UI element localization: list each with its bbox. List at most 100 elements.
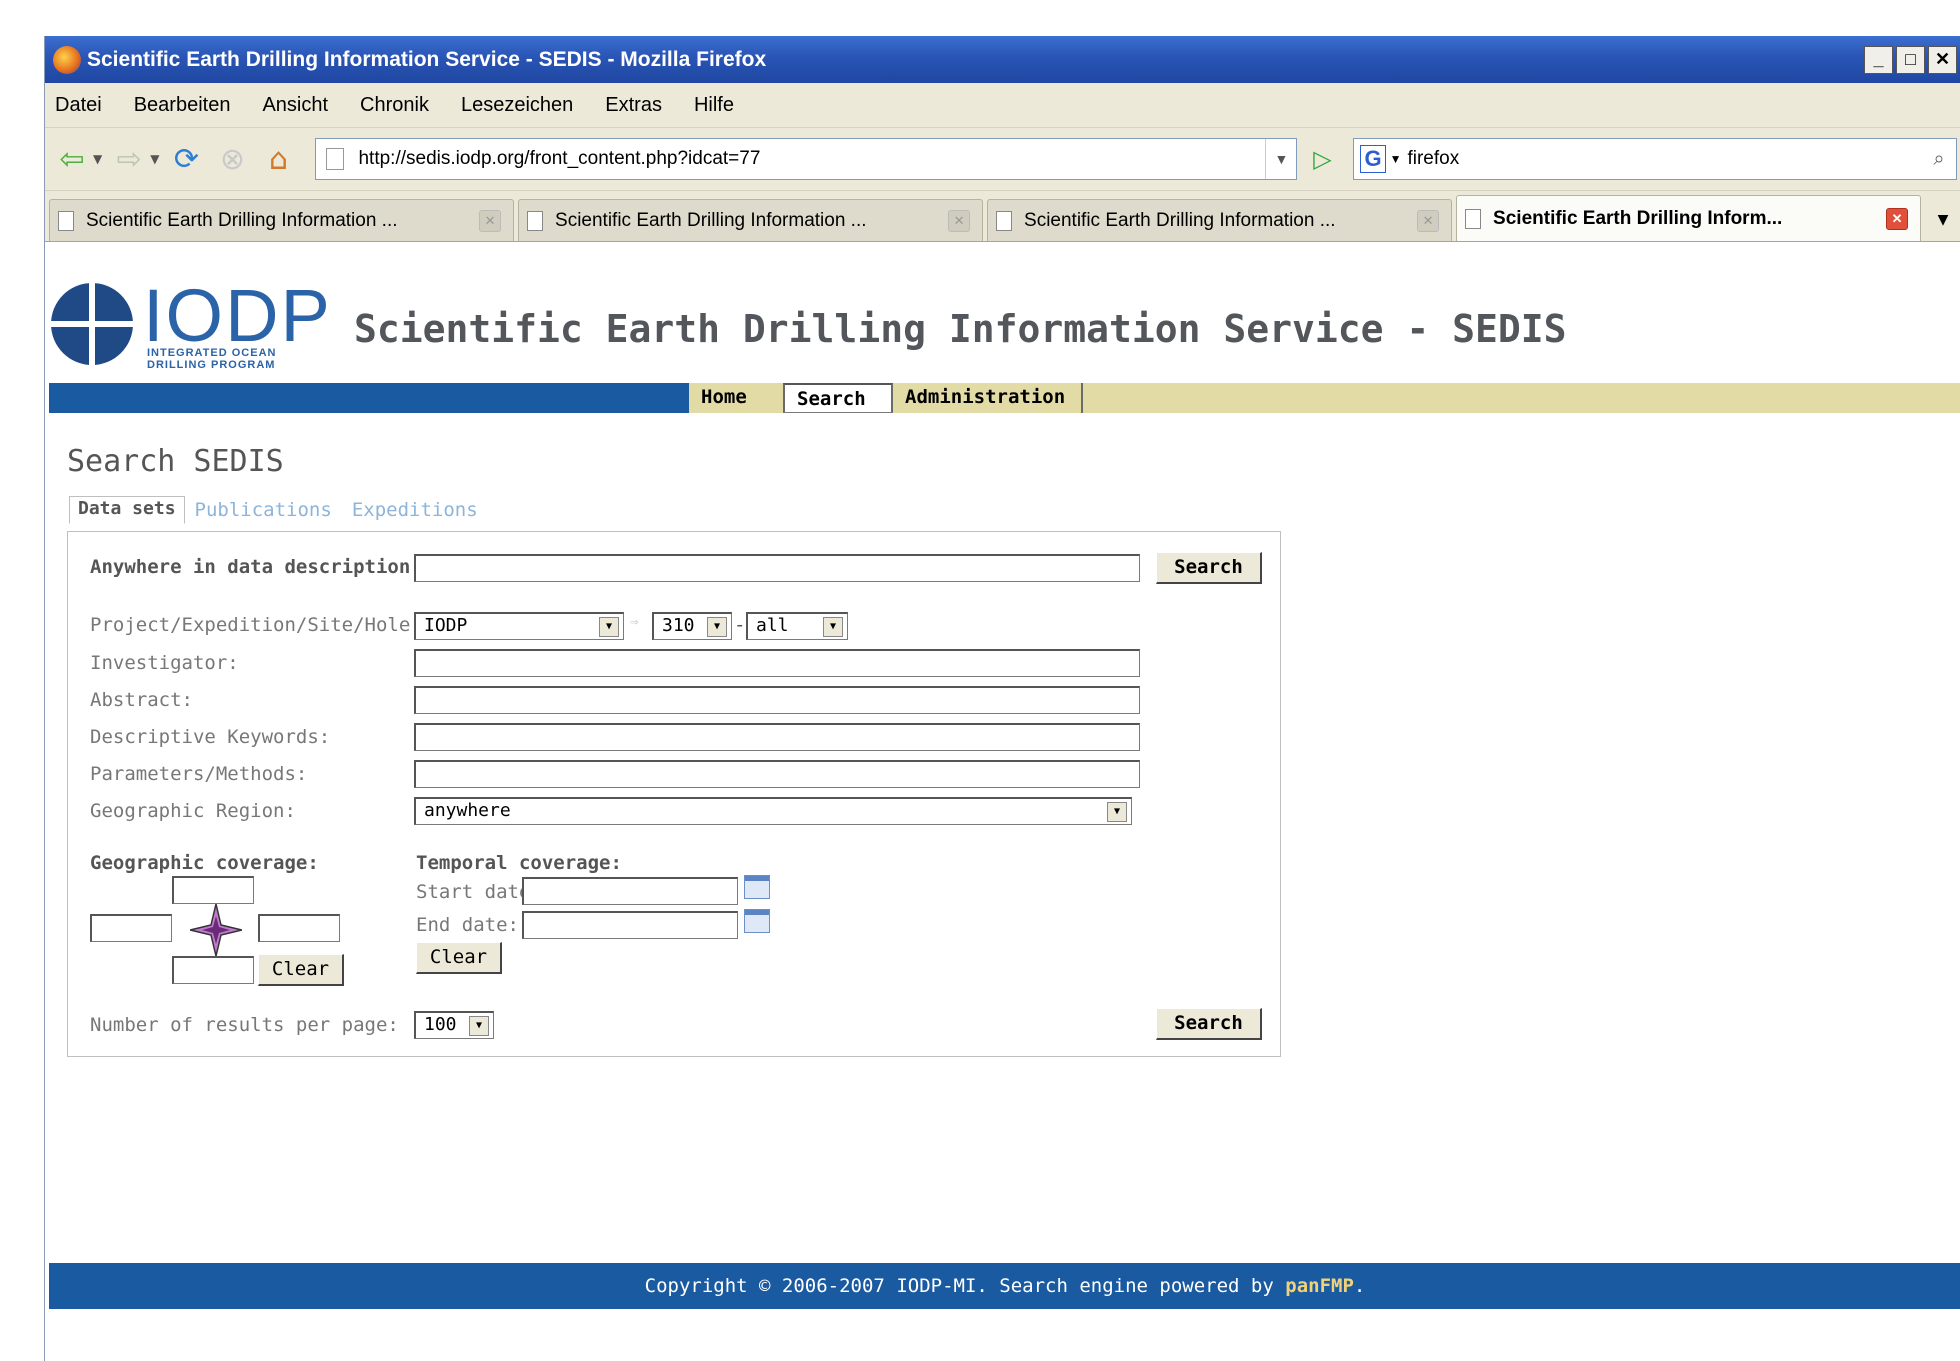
page-icon xyxy=(996,210,1013,231)
clear-date-button[interactable]: Clear xyxy=(416,942,502,974)
chevron-down-icon: ▼ xyxy=(469,1016,489,1036)
tab-publications[interactable]: Publications xyxy=(185,495,342,529)
expedition-select[interactable]: 310 ▼ xyxy=(652,612,732,640)
investigator-input[interactable] xyxy=(414,649,1140,677)
abstract-input[interactable] xyxy=(414,686,1140,714)
browser-tab[interactable]: Scientific Earth Drilling Information ..… xyxy=(49,199,515,241)
url-text[interactable]: http://sedis.iodp.org/front_content.php?… xyxy=(358,148,760,170)
panfmp-link[interactable]: panFMP xyxy=(1285,1275,1354,1297)
nav-search[interactable]: Search xyxy=(783,383,893,413)
nav-administration[interactable]: Administration xyxy=(893,383,1083,413)
maximize-button[interactable]: □ xyxy=(1896,45,1925,74)
expedition-value: 310 xyxy=(662,615,695,636)
results-per-page-value: 100 xyxy=(424,1014,457,1035)
url-dropdown-icon[interactable]: ▼ xyxy=(1265,139,1296,179)
region-select[interactable]: anywhere ▼ xyxy=(414,797,1132,825)
calendar-icon[interactable] xyxy=(744,909,770,933)
close-tab-icon[interactable]: ✕ xyxy=(479,209,502,232)
firefox-icon xyxy=(53,45,81,74)
tab-label: Scientific Earth Drilling Information ..… xyxy=(555,209,867,231)
go-icon[interactable]: ▷ xyxy=(1305,142,1339,176)
logo-text: IODP xyxy=(143,274,332,357)
back-dropdown-icon[interactable]: ▼ xyxy=(93,152,102,166)
menu-datei[interactable]: Datei xyxy=(55,94,102,117)
site-value: all xyxy=(756,615,789,636)
search-form: Anywhere in data description: Search Pro… xyxy=(67,531,1281,1057)
menu-ansicht[interactable]: Ansicht xyxy=(262,94,328,117)
engine-dropdown-icon[interactable]: ▼ xyxy=(1390,152,1402,166)
tab-label: Scientific Earth Drilling Information ..… xyxy=(86,209,398,231)
chevron-down-icon: ▼ xyxy=(599,617,619,637)
magnifier-icon[interactable]: ⌕ xyxy=(1922,148,1956,171)
stop-icon[interactable]: ⊗ xyxy=(213,140,251,178)
search-engine-input[interactable]: firefox xyxy=(1407,148,1459,170)
site-select[interactable]: all ▼ xyxy=(746,612,848,640)
west-input[interactable] xyxy=(90,914,172,942)
parameters-label: Parameters/Methods: xyxy=(90,763,308,785)
south-input[interactable] xyxy=(172,956,254,984)
project-select[interactable]: IODP ▼ xyxy=(414,612,624,640)
menu-hilfe[interactable]: Hilfe xyxy=(694,94,734,117)
forward-dropdown-icon[interactable]: ▼ xyxy=(150,152,159,166)
clear-geo-button[interactable]: Clear xyxy=(258,954,344,986)
anywhere-input[interactable] xyxy=(414,554,1140,582)
search-tabs: Data sets Publications Expeditions xyxy=(69,495,488,529)
page-content: IODP INTEGRATED OCEAN DRILLING PROGRAM S… xyxy=(45,269,1960,1361)
page-icon xyxy=(527,210,544,231)
north-input[interactable] xyxy=(172,876,254,904)
url-bar[interactable]: http://sedis.iodp.org/front_content.php?… xyxy=(315,138,1298,180)
tab-bar: Scientific Earth Drilling Information ..… xyxy=(45,191,1960,242)
browser-tab[interactable]: Scientific Earth Drilling Information ..… xyxy=(518,199,984,241)
page-icon xyxy=(326,148,345,170)
anywhere-label: Anywhere in data description xyxy=(90,556,411,578)
nav-home[interactable]: Home xyxy=(689,383,785,413)
end-date-input[interactable] xyxy=(522,911,738,939)
anywhere-label-wrap: Anywhere in data description: xyxy=(90,556,422,578)
reload-icon[interactable]: ⟳ xyxy=(167,140,205,178)
region-value: anywhere xyxy=(424,800,511,821)
back-arrow-icon[interactable]: ⇦ xyxy=(53,140,91,178)
geographic-coverage-label: Geographic coverage: xyxy=(90,852,319,874)
menu-extras[interactable]: Extras xyxy=(605,94,662,117)
tab-data-sets[interactable]: Data sets xyxy=(69,496,185,524)
close-tab-icon[interactable]: ✕ xyxy=(1417,209,1440,232)
menu-chronik[interactable]: Chronik xyxy=(360,94,429,117)
tab-label: Scientific Earth Drilling Inform... xyxy=(1493,207,1783,229)
close-tab-icon[interactable]: ✕ xyxy=(1886,207,1909,230)
minimize-button[interactable]: _ xyxy=(1864,45,1893,74)
logo-subtitle: INTEGRATED OCEAN DRILLING PROGRAM xyxy=(147,347,277,371)
navigation-toolbar: ⇦ ▼ ⇨ ▼ ⟳ ⊗ ⌂ http://sedis.iodp.org/fron… xyxy=(45,128,1960,191)
temporal-coverage-label: Temporal coverage: xyxy=(416,852,622,874)
iodp-logo[interactable]: IODP INTEGRATED OCEAN DRILLING PROGRAM xyxy=(45,274,351,377)
menu-bearbeiten[interactable]: Bearbeiten xyxy=(134,94,231,117)
close-tab-icon[interactable]: ✕ xyxy=(948,209,971,232)
close-window-button[interactable]: ✕ xyxy=(1928,45,1957,74)
window-title: Scientific Earth Drilling Information Se… xyxy=(87,47,767,71)
keywords-label: Descriptive Keywords: xyxy=(90,726,331,748)
browser-tab-active[interactable]: Scientific Earth Drilling Inform... ✕ xyxy=(1456,195,1922,241)
start-date-input[interactable] xyxy=(522,877,738,905)
search-button-bottom[interactable]: Search xyxy=(1156,1008,1262,1040)
search-engine-box[interactable]: G ▼ firefox ⌕ xyxy=(1353,138,1957,180)
keywords-input[interactable] xyxy=(414,723,1140,751)
menu-bar: Datei Bearbeiten Ansicht Chronik Lesezei… xyxy=(45,83,1960,128)
east-input[interactable] xyxy=(258,914,340,942)
menu-lesezeichen[interactable]: Lesezeichen xyxy=(461,94,573,117)
chevron-down-icon: ▼ xyxy=(823,617,843,637)
browser-tab[interactable]: Scientific Earth Drilling Information ..… xyxy=(987,199,1453,241)
google-icon[interactable]: G xyxy=(1360,145,1386,173)
search-button-top[interactable]: Search xyxy=(1156,552,1262,584)
calendar-icon[interactable] xyxy=(744,875,770,899)
arrow-separator-icon: ⇒ xyxy=(630,614,639,630)
tab-expeditions[interactable]: Expeditions xyxy=(342,495,488,529)
page-icon xyxy=(58,210,74,231)
globe-icon xyxy=(45,275,139,373)
tab-label: Scientific Earth Drilling Information ..… xyxy=(1024,209,1336,231)
forward-arrow-icon[interactable]: ⇨ xyxy=(110,140,148,178)
tab-list-dropdown-icon[interactable]: ▼ xyxy=(1925,199,1960,241)
home-icon[interactable]: ⌂ xyxy=(259,140,297,178)
parameters-input[interactable] xyxy=(414,760,1140,788)
results-per-page-select[interactable]: 100 ▼ xyxy=(414,1011,494,1039)
compass-icon xyxy=(190,904,242,956)
dash-separator: - xyxy=(734,614,746,636)
